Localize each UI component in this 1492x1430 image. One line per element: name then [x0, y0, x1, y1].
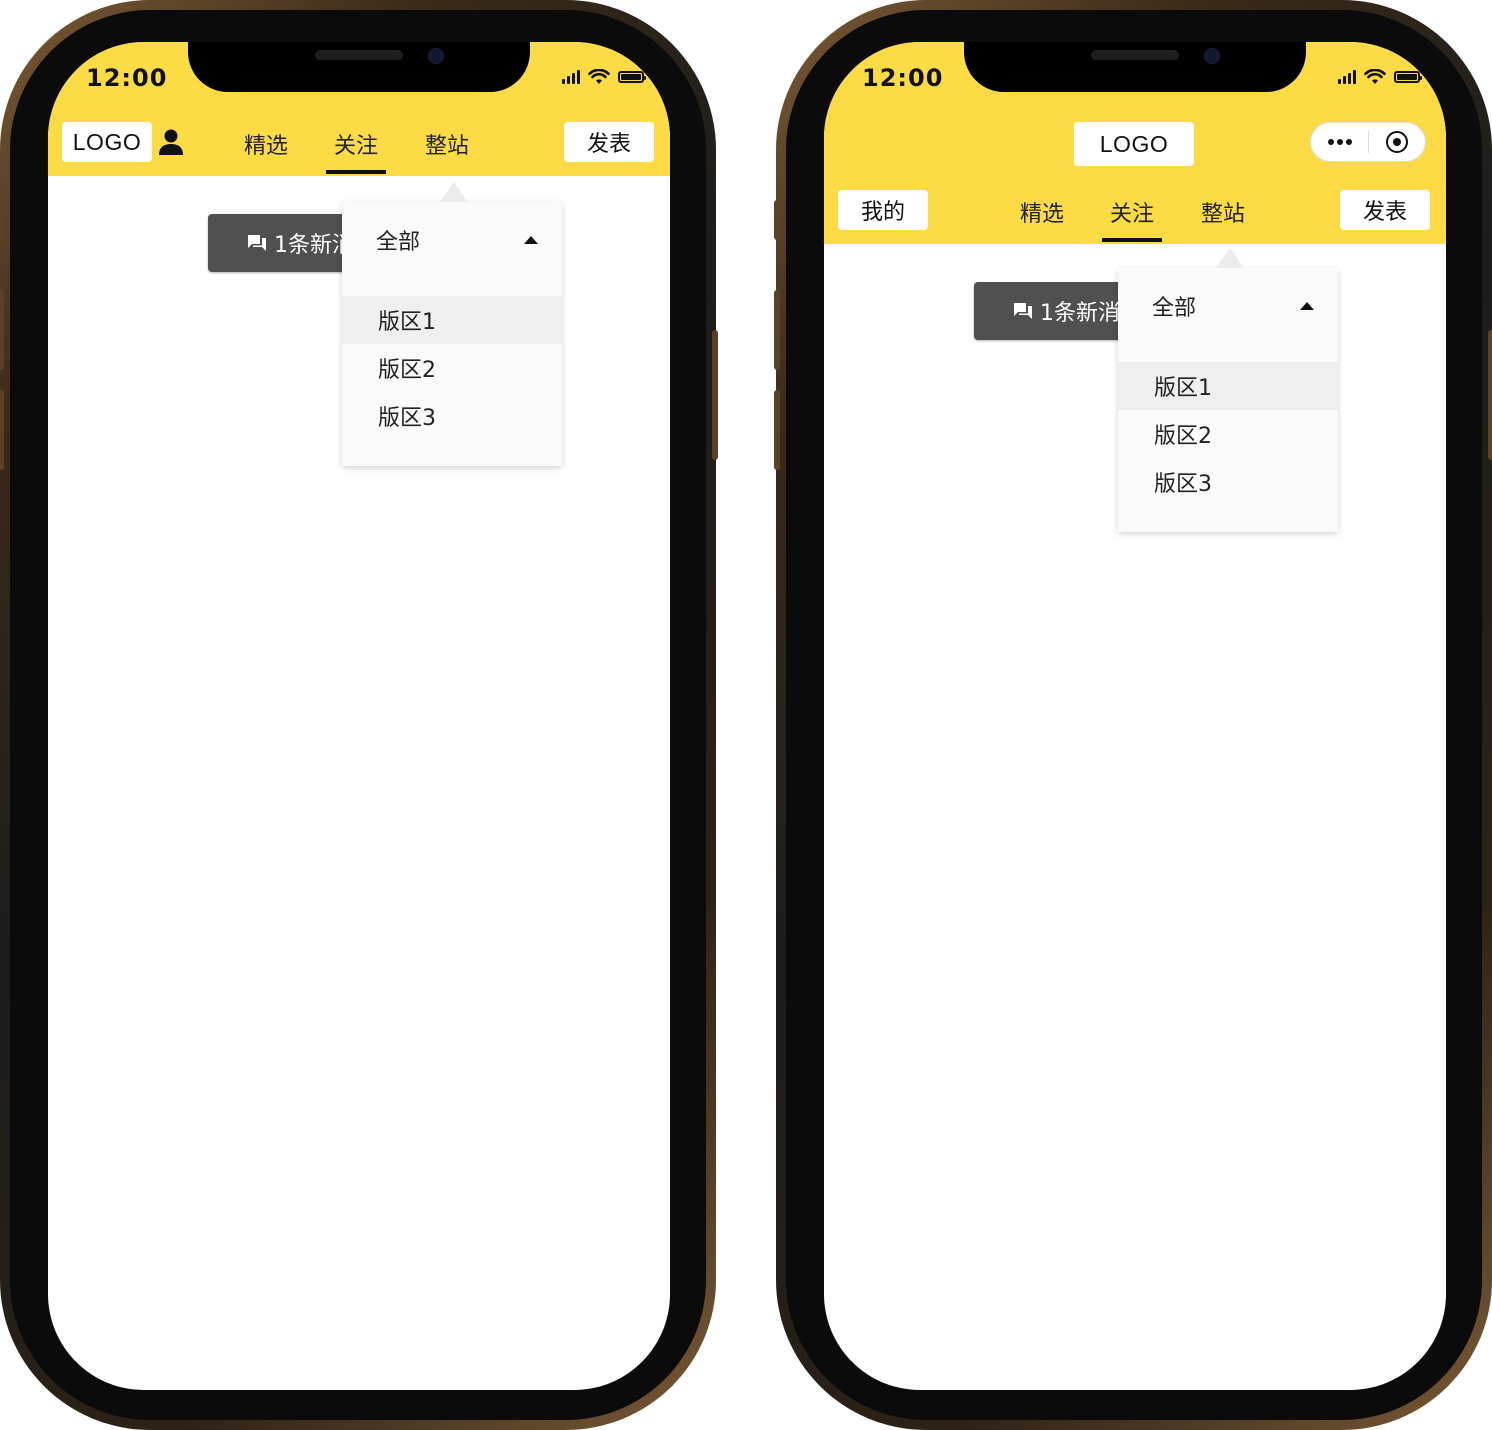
screen-right: 12:00 LOGO 我的 精选 关注 整站 发表 1条新消 全部 版区1 版区…: [824, 42, 1446, 1390]
chat-icon: [1014, 303, 1032, 319]
publish-button[interactable]: 发表: [1340, 190, 1430, 230]
dropdown-item-board-3[interactable]: 版区3: [342, 392, 562, 440]
battery-icon: [618, 71, 646, 83]
active-tab-underline: [1102, 238, 1162, 242]
tab-featured[interactable]: 精选: [244, 128, 288, 160]
status-icons: [562, 68, 646, 86]
tab-site[interactable]: 整站: [1201, 196, 1245, 228]
mine-button[interactable]: 我的: [838, 190, 928, 230]
tab-featured[interactable]: 精选: [1020, 196, 1064, 228]
phone-frame-left: 12:00 LOGO 精选 关注 整站 发表 1条新消 全部 版区1 版区2 版…: [0, 0, 718, 1430]
dropdown-item-board-2[interactable]: 版区2: [342, 344, 562, 392]
status-icons: [1338, 68, 1422, 86]
close-target-icon[interactable]: [1369, 131, 1425, 153]
logo[interactable]: LOGO: [62, 122, 152, 162]
status-time: 12:00: [86, 64, 168, 92]
phone-frame-right: 12:00 LOGO 我的 精选 关注 整站 发表 1条新消 全部 版区1 版区…: [774, 0, 1492, 1430]
dropdown-item-board-1[interactable]: 版区1: [342, 296, 562, 344]
caret-up-icon[interactable]: [1300, 302, 1314, 310]
board-dropdown[interactable]: 全部 版区1 版区2 版区3: [1118, 248, 1338, 532]
signal-icon: [1338, 70, 1356, 84]
tab-following[interactable]: 关注: [1102, 196, 1162, 242]
wifi-icon: [1364, 69, 1386, 84]
logo[interactable]: LOGO: [1074, 122, 1194, 166]
chat-icon: [248, 235, 266, 251]
screen-left: 12:00 LOGO 精选 关注 整站 发表 1条新消 全部 版区1 版区2 版…: [48, 42, 670, 1390]
person-icon[interactable]: [158, 128, 184, 156]
notch: [964, 42, 1306, 92]
status-time: 12:00: [862, 64, 944, 92]
publish-button[interactable]: 发表: [564, 122, 654, 162]
caret-up-icon[interactable]: [524, 236, 538, 244]
dropdown-item-board-3[interactable]: 版区3: [1118, 458, 1338, 506]
wifi-icon: [588, 69, 610, 84]
dropdown-item-board-1[interactable]: 版区1: [1118, 362, 1338, 410]
tab-following[interactable]: 关注: [326, 128, 386, 174]
active-tab-underline: [326, 170, 386, 174]
more-dots-icon[interactable]: [1311, 139, 1368, 145]
mini-program-capsule[interactable]: [1310, 122, 1426, 162]
dropdown-header[interactable]: 全部: [376, 224, 420, 256]
battery-icon: [1394, 71, 1422, 83]
board-dropdown[interactable]: 全部 版区1 版区2 版区3: [342, 182, 562, 466]
signal-icon: [562, 70, 580, 84]
tab-site[interactable]: 整站: [425, 128, 469, 160]
notch: [188, 42, 530, 92]
dropdown-header[interactable]: 全部: [1152, 290, 1196, 322]
dropdown-item-board-2[interactable]: 版区2: [1118, 410, 1338, 458]
